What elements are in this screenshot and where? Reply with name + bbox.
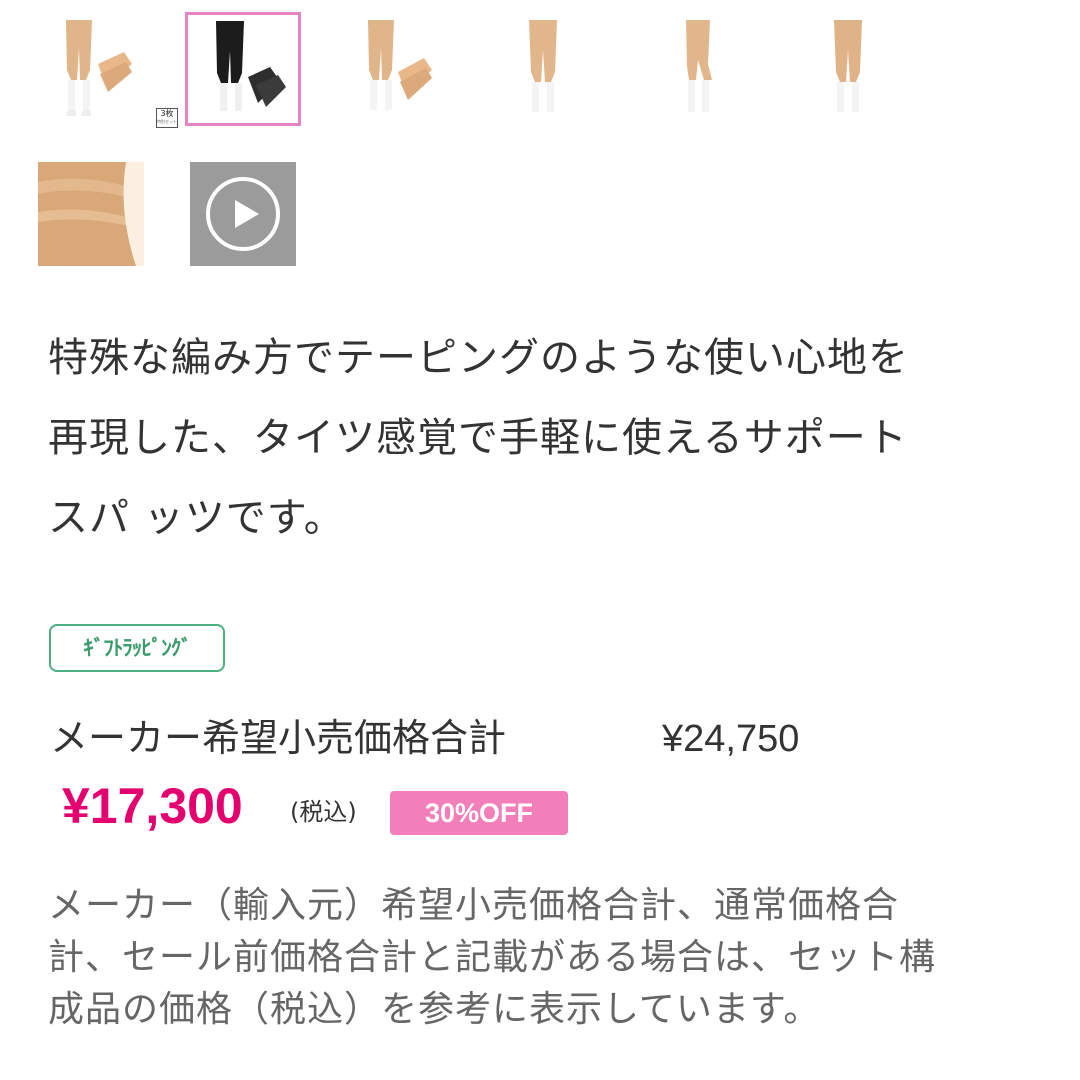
beige-leggings-front-image [529,20,557,112]
thumb-beige-front[interactable] [495,12,591,124]
thumb-beige-side[interactable] [650,12,746,124]
thumb-black-set[interactable] [185,12,301,126]
product-description: 特殊な編み方でテーピングのような使い心地を 再現した、タイツ感覚で手軽に使えるサ… [48,335,909,541]
three-pack-label: 3枚 [160,109,174,118]
fabric-closeup-image [38,162,144,266]
price-footnote: メーカー（輸入元）希望小売価格合計、通常価格合 計、セール前価格合計と記載がある… [48,885,937,1030]
thumb-beige-set[interactable] [340,12,446,124]
tax-included-note: (税込) [290,798,357,826]
sale-price: ¥17,300 [62,778,243,834]
maker-price-value: ¥24,750 [662,718,800,760]
three-pack-badge: 3枚 特別セット [156,108,178,128]
beige-leggings-set-image [66,20,132,116]
discount-badge: 30%OFF [390,791,568,835]
thumb-beige-set-3pack[interactable]: 3枚 特別セット [38,12,178,128]
gift-wrapping-tag: ｷﾞﾌﾄﾗｯﾋﾟﾝｸﾞ [49,624,225,672]
thumb-fabric-closeup[interactable] [38,162,144,266]
thumb-video[interactable] [190,162,296,266]
thumb-beige-back[interactable] [800,12,896,124]
beige-leggings-side-image [686,20,712,112]
beige-leggings-pair-image [368,20,432,110]
beige-leggings-back-image [834,20,862,112]
play-icon [206,177,280,251]
maker-price-label: メーカー希望小売価格合計 [50,716,507,760]
three-pack-sublabel: 特別セット [157,119,177,124]
black-leggings-set-image [216,21,286,111]
